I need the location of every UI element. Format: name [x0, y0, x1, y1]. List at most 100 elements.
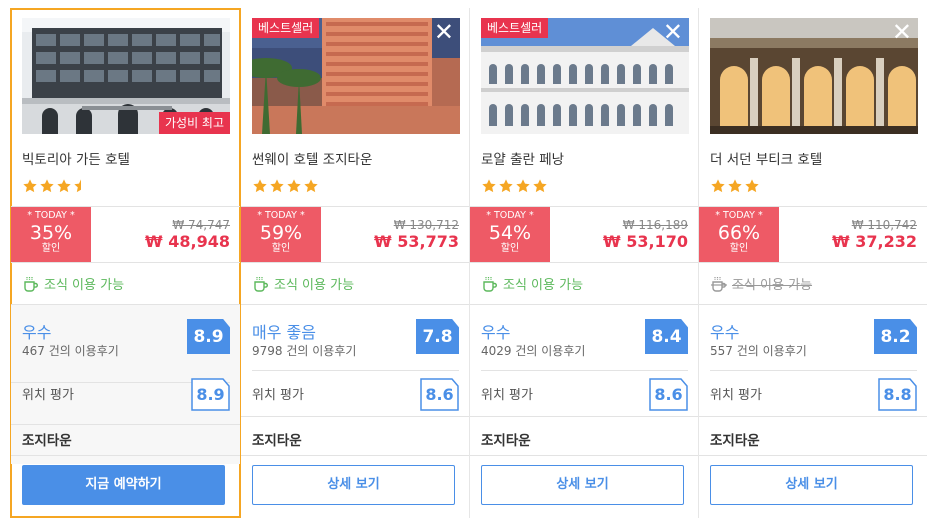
hotel-photo[interactable]: 베스트셀러 ✕	[252, 18, 460, 134]
star-icon	[57, 179, 71, 193]
review-score: 8.4	[645, 319, 688, 354]
today-label: * TODAY *	[27, 210, 75, 221]
rating-label: 우수	[710, 323, 740, 342]
view-details-button[interactable]: 상세 보기	[481, 465, 684, 505]
coffee-cup-icon	[254, 276, 268, 292]
hotel-photo[interactable]: ✕	[710, 18, 918, 134]
hotel-name[interactable]: 더 서던 부티크 호텔	[710, 148, 822, 168]
breakfast-label: 조식 이용 가능	[503, 278, 584, 293]
location-rating-label: 위치 평가	[481, 388, 533, 403]
breakfast-info: 조식 이용 가능	[22, 274, 124, 293]
view-details-button[interactable]: 상세 보기	[252, 465, 455, 505]
today-discount-badge: * TODAY * 66% 할인	[699, 207, 779, 262]
discount-word: 할인	[41, 243, 61, 254]
discount-percent: 35%	[29, 222, 73, 244]
today-label: * TODAY *	[486, 210, 534, 221]
coffee-cup-icon	[24, 276, 38, 292]
divider	[699, 455, 927, 456]
star-icon	[23, 179, 37, 193]
best-value-badge: 가성비 최고	[158, 112, 230, 134]
today-discount-badge: * TODAY * 59% 할인	[241, 207, 321, 262]
location-rating-label: 위치 평가	[22, 388, 74, 403]
star-rating	[710, 178, 760, 194]
location-rating-label: 위치 평가	[252, 388, 304, 403]
rating-label: 우수	[481, 323, 511, 342]
breakfast-info: 조식 이용 가능	[252, 274, 354, 293]
divider	[710, 370, 917, 371]
discount-word: 할인	[500, 243, 520, 254]
divider	[699, 416, 927, 417]
hotel-photo[interactable]: 가성비 최고	[22, 18, 230, 134]
divider	[699, 262, 927, 263]
discounted-price[interactable]: ₩ 48,948	[145, 232, 230, 251]
star-icon	[287, 179, 301, 193]
today-label: * TODAY *	[257, 210, 305, 221]
view-details-button[interactable]: 상세 보기	[710, 465, 913, 505]
bestseller-ribbon: 베스트셀러	[481, 18, 549, 38]
original-price: ₩ 130,712	[393, 218, 459, 232]
review-score: 8.9	[187, 319, 230, 354]
breakfast-info: 조식 이용 가능	[481, 274, 583, 293]
rating-label: 우수	[22, 323, 52, 342]
hotel-area: 조지타운	[710, 433, 760, 449]
review-count[interactable]: 557 건의 이용후기	[710, 342, 807, 359]
hotel-photo[interactable]: 베스트셀러 ✕	[481, 18, 689, 134]
breakfast-label: 조식 이용 가능	[732, 278, 813, 293]
review-score: 8.2	[874, 319, 917, 354]
star-icon	[516, 179, 530, 193]
star-rating	[22, 178, 89, 194]
discounted-price[interactable]: ₩ 37,232	[832, 232, 917, 251]
original-price: ₩ 116,189	[622, 218, 688, 232]
divider	[11, 262, 240, 263]
discount-percent: 59%	[259, 222, 303, 244]
divider	[11, 424, 240, 425]
half-star-icon	[74, 179, 81, 193]
divider	[241, 416, 469, 417]
divider	[699, 304, 927, 305]
close-icon[interactable]: ✕	[892, 20, 912, 44]
divider	[470, 304, 698, 305]
breakfast-label: 조식 이용 가능	[44, 278, 125, 293]
review-count[interactable]: 467 건의 이용후기	[22, 342, 119, 359]
breakfast-label: 조식 이용 가능	[274, 278, 355, 293]
rating-label: 매우 좋음	[252, 323, 316, 342]
breakfast-info-unavailable: 조식 이용 가능	[710, 274, 812, 293]
original-price: ₩ 110,742	[851, 218, 917, 232]
divider	[11, 304, 240, 305]
hotel-name[interactable]: 썬웨이 호텔 조지타운	[252, 148, 372, 168]
hotel-card-1[interactable]: 가성비 최고 빅토리아 가든 호텔 * TODAY * 35% 할인 ₩ 74,…	[10, 8, 241, 518]
close-icon[interactable]: ✕	[663, 20, 683, 44]
divider	[470, 262, 698, 263]
book-now-button[interactable]: 지금 예약하기	[22, 465, 225, 505]
review-count[interactable]: 4029 건의 이용후기	[481, 342, 585, 359]
hotel-card-2[interactable]: 베스트셀러 ✕ 썬웨이 호텔 조지타운 * TODAY * 59% 할인 ₩ 1…	[240, 8, 469, 518]
star-icon	[40, 179, 54, 193]
location-score: 8.6	[654, 385, 683, 404]
hotel-area: 조지타운	[22, 433, 72, 449]
hotel-card-4[interactable]: ✕ 더 서던 부티크 호텔 * TODAY * 66% 할인 ₩ 110,742…	[698, 8, 927, 518]
hotel-card-3[interactable]: 베스트셀러 ✕ 로얄 출란 페낭 * TODAY * 54% 할인 ₩ 116,…	[469, 8, 698, 518]
divider	[241, 262, 469, 263]
today-discount-badge: * TODAY * 54% 할인	[470, 207, 550, 262]
coffee-cup-icon	[483, 276, 497, 292]
location-rating-label: 위치 평가	[710, 388, 762, 403]
hotel-name[interactable]: 빅토리아 가든 호텔	[22, 148, 130, 168]
star-icon	[304, 179, 318, 193]
star-icon	[533, 179, 547, 193]
star-icon	[728, 179, 742, 193]
hotel-area: 조지타운	[252, 433, 302, 449]
close-icon[interactable]: ✕	[434, 20, 454, 44]
star-icon	[253, 179, 267, 193]
bestseller-ribbon: 베스트셀러	[252, 18, 320, 38]
location-score: 8.9	[196, 385, 225, 404]
hotel-name[interactable]: 로얄 출란 페낭	[481, 148, 564, 168]
divider	[252, 370, 459, 371]
discounted-price[interactable]: ₩ 53,773	[374, 232, 459, 251]
star-rating	[481, 178, 548, 194]
divider	[241, 455, 469, 456]
review-score: 7.8	[416, 319, 459, 354]
discounted-price[interactable]: ₩ 53,170	[603, 232, 688, 251]
location-score: 8.8	[883, 385, 912, 404]
review-count[interactable]: 9798 건의 이용후기	[252, 342, 356, 359]
divider	[470, 455, 698, 456]
